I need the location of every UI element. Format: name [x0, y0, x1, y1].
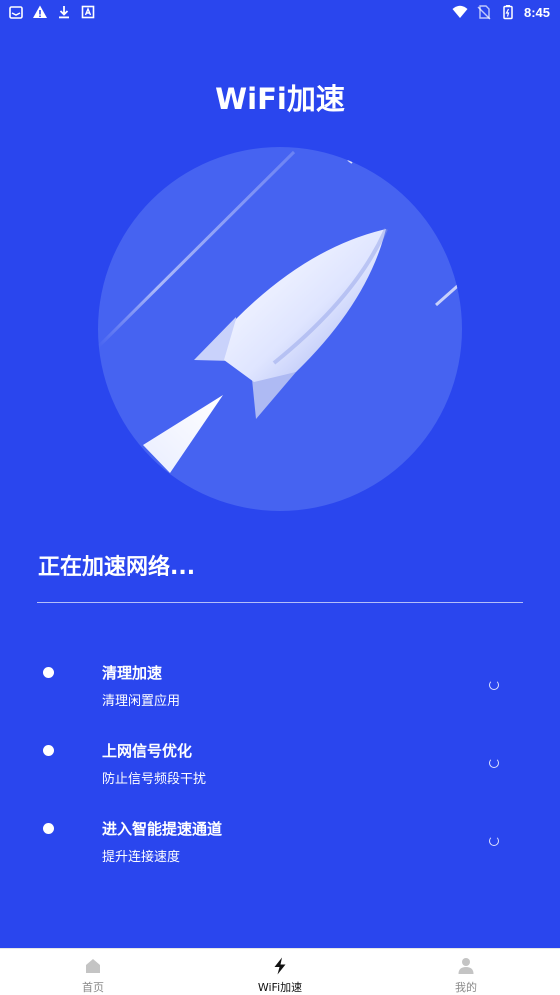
nav-mine-label: 我的	[455, 981, 477, 994]
nav-home[interactable]: 首页	[33, 949, 153, 995]
status-left-icons	[8, 4, 96, 20]
task-item-clean: 清理加速 清理闲置应用	[0, 656, 560, 734]
loading-spinner-icon	[489, 680, 499, 690]
task-title: 进入智能提速通道	[102, 820, 223, 838]
notification-box-icon	[9, 6, 23, 19]
home-icon	[86, 959, 100, 973]
loading-spinner-icon	[489, 836, 499, 846]
battery-icon	[503, 5, 513, 20]
bullet-dot	[43, 823, 54, 834]
hero-circle	[98, 147, 462, 511]
bullet-dot	[43, 745, 54, 756]
status-bar: 8:45	[0, 0, 560, 24]
app-badge-icon	[81, 5, 95, 19]
task-subtitle: 防止信号频段干扰	[102, 772, 207, 787]
nav-home-label: 首页	[82, 981, 104, 994]
status-right-icons: 8:45	[452, 4, 550, 20]
task-list: 清理加速 清理闲置应用 上网信号优化 防止信号频段干扰 进入智能提速通道 提升连…	[0, 656, 560, 890]
progress-title: 正在加速网络...	[38, 555, 196, 580]
bottom-nav: 首页 WiFi加速 我的	[0, 948, 560, 995]
no-sim-icon	[477, 5, 491, 20]
task-subtitle: 提升连接速度	[102, 850, 181, 865]
wifi-icon	[452, 5, 468, 18]
warning-icon	[33, 5, 47, 18]
task-item-signal: 上网信号优化 防止信号频段干扰	[0, 734, 560, 812]
page-title: WiFi加速	[215, 82, 345, 116]
loading-spinner-icon	[489, 758, 499, 768]
divider	[37, 602, 523, 603]
user-icon	[458, 958, 474, 974]
task-item-boost: 进入智能提速通道 提升连接速度	[0, 812, 560, 890]
nav-mine[interactable]: 我的	[406, 949, 526, 995]
lightning-icon	[274, 957, 286, 975]
task-subtitle: 清理闲置应用	[102, 694, 181, 709]
bullet-dot	[43, 667, 54, 678]
download-icon	[59, 6, 69, 19]
status-time: 8:45	[523, 4, 550, 20]
nav-wifi-boost-label: WiFi加速	[257, 981, 303, 994]
nav-wifi-boost[interactable]: WiFi加速	[220, 949, 340, 995]
task-title: 上网信号优化	[102, 742, 193, 760]
rocket-icon	[98, 150, 462, 473]
task-title: 清理加速	[102, 664, 163, 682]
